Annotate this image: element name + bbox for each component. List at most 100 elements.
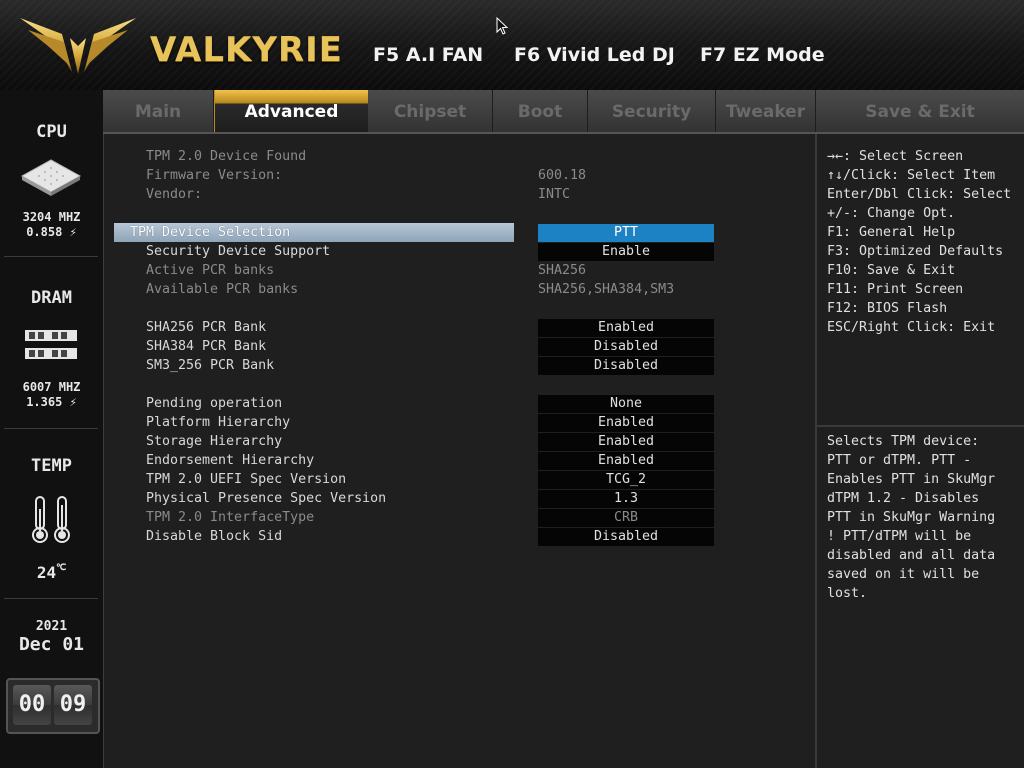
help-description-line: dTPM 1.2 - Disables <box>827 491 980 506</box>
setting-platform-hierarchy[interactable]: Platform Hierarchy Enabled <box>104 413 816 432</box>
firmware-label: Firmware Version: <box>146 168 283 183</box>
setting-physical-presence-spec-version[interactable]: Physical Presence Spec Version 1.3 <box>104 489 816 508</box>
key-help-f10: F10: Save & Exit <box>827 263 956 278</box>
help-description-line: Selects TPM device: <box>827 434 980 449</box>
tab-security[interactable]: Security <box>588 90 716 132</box>
setting-pending-operation[interactable]: Pending operation None <box>104 394 816 413</box>
cpu-chip-icon <box>20 159 82 196</box>
help-description-line: Enables PTT in SkuMgr <box>827 472 996 487</box>
cpu-voltage: 0.858 <box>26 225 63 239</box>
setting-value: CRB <box>538 509 714 527</box>
tab-tweaker[interactable]: Tweaker <box>716 90 816 132</box>
key-help-select-screen: →←: Select Screen <box>827 149 964 164</box>
firmware-value: 600.18 <box>538 168 587 183</box>
temp-title: TEMP <box>31 456 72 476</box>
setting-security-device-support[interactable]: Security Device Support Enable <box>104 242 816 261</box>
cpu-title: CPU <box>36 122 67 142</box>
setting-interface-type: TPM 2.0 InterfaceType CRB <box>104 508 816 527</box>
setting-label: Platform Hierarchy <box>146 415 291 430</box>
sidebar-divider <box>4 428 98 429</box>
setting-available-pcr-banks: Available PCR banks SHA256,SHA384,SM3 <box>104 280 816 299</box>
help-panel: →←: Select Screen ↑↓/Click: Select Item … <box>815 134 1024 768</box>
setting-value[interactable]: PTT <box>538 224 714 242</box>
key-help-f11: F11: Print Screen <box>827 282 964 297</box>
setting-storage-hierarchy[interactable]: Storage Hierarchy Enabled <box>104 432 816 451</box>
help-description-line: lost. <box>827 586 868 601</box>
dram-title: DRAM <box>31 288 72 308</box>
setting-label: SM3_256 PCR Bank <box>146 358 275 373</box>
valkyrie-wings-logo <box>20 18 136 74</box>
key-help-enter: Enter/Dbl Click: Select <box>827 187 1012 202</box>
dram-voltage-row: 1.365 ⚡︎ <box>0 395 103 409</box>
help-divider <box>817 425 1024 427</box>
setting-sha256-pcr-bank[interactable]: SHA256 PCR Bank Enabled <box>104 318 816 337</box>
flip-clock: 00 09 <box>6 678 100 734</box>
dram-frequency: 6007 MHZ <box>22 380 81 394</box>
system-status-sidebar: CPU 3204 MHZ 0.858 ⚡︎ DRAM 6007 MHZ 1.36… <box>0 90 103 768</box>
tab-save-exit[interactable]: Save & Exit <box>816 90 1024 132</box>
ai-fan-hotkey[interactable]: F5 A.I FAN <box>373 44 483 66</box>
date-month: Dec <box>18 634 52 655</box>
vivid-led-dj-hotkey[interactable]: F6 Vivid Led DJ <box>514 44 675 66</box>
setting-label: TPM Device Selection <box>130 225 291 240</box>
mouse-pointer-icon <box>496 17 508 35</box>
info-firmware: Firmware Version: 600.18 <box>104 166 816 185</box>
key-help-change-opt: +/-: Change Opt. <box>827 206 956 221</box>
key-help-esc: ESC/Right Click: Exit <box>827 320 996 335</box>
cpu-voltage-row: 0.858 ⚡︎ <box>0 225 103 239</box>
setting-value[interactable]: Enabled <box>538 433 714 451</box>
setting-disable-block-sid[interactable]: Disable Block Sid Disabled <box>104 527 816 546</box>
setting-value[interactable]: Disabled <box>538 528 714 546</box>
setting-value[interactable]: 1.3 <box>538 490 714 508</box>
temperature-value: 24 <box>36 563 57 582</box>
setting-value[interactable]: Enabled <box>538 319 714 337</box>
key-help-select-item: ↑↓/Click: Select Item <box>827 168 996 183</box>
sidebar-divider <box>4 598 98 599</box>
setting-active-pcr-banks: Active PCR banks SHA256 <box>104 261 816 280</box>
ez-mode-hotkey[interactable]: F7 EZ Mode <box>700 44 825 66</box>
help-description-line: disabled and all data <box>827 548 996 563</box>
clock-hours: 00 <box>13 685 51 725</box>
settings-panel: TPM 2.0 Device Found Firmware Version: 6… <box>103 134 816 768</box>
setting-sha384-pcr-bank[interactable]: SHA384 PCR Bank Disabled <box>104 337 816 356</box>
setting-label: Active PCR banks <box>146 263 275 278</box>
info-device-found: TPM 2.0 Device Found <box>104 147 816 166</box>
clock-minutes: 09 <box>54 685 92 725</box>
header-bar: VALKYRIE F5 A.I FAN F6 Vivid Led DJ F7 E… <box>0 0 1024 90</box>
setting-sm3-256-pcr-bank[interactable]: SM3_256 PCR Bank Disabled <box>104 356 816 375</box>
setting-value[interactable]: Disabled <box>538 338 714 356</box>
key-help-f12: F12: BIOS Flash <box>827 301 948 316</box>
vendor-value: INTC <box>538 187 571 202</box>
setting-value[interactable]: Enabled <box>538 452 714 470</box>
tab-advanced[interactable]: Advanced <box>214 90 369 132</box>
setting-uefi-spec-version[interactable]: TPM 2.0 UEFI Spec Version TCG_2 <box>104 470 816 489</box>
help-description-line: ! PTT/dTPM will be <box>827 529 972 544</box>
setting-tpm-device-selection[interactable]: TPM Device Selection PTT <box>104 223 816 242</box>
setting-value[interactable]: Disabled <box>538 357 714 375</box>
setting-label: SHA384 PCR Bank <box>146 339 267 354</box>
tab-chipset[interactable]: Chipset <box>368 90 493 132</box>
setting-value[interactable]: Enable <box>538 243 714 261</box>
setting-endorsement-hierarchy[interactable]: Endorsement Hierarchy Enabled <box>104 451 816 470</box>
thermometer-icon <box>32 496 70 543</box>
device-found-label: TPM 2.0 Device Found <box>146 149 307 164</box>
setting-value[interactable]: None <box>538 395 714 413</box>
sidebar-divider <box>4 256 98 257</box>
date-row: Dec 01 <box>0 634 103 655</box>
setting-label: Pending operation <box>146 396 283 411</box>
help-description-line: PTT or dTPM. PTT - <box>827 453 972 468</box>
help-description-line: saved on it will be <box>827 567 980 582</box>
tab-boot[interactable]: Boot <box>493 90 588 132</box>
setting-value[interactable]: TCG_2 <box>538 471 714 489</box>
vendor-label: Vendor: <box>146 187 203 202</box>
setting-value[interactable]: Enabled <box>538 414 714 432</box>
setting-label: Endorsement Hierarchy <box>146 453 315 468</box>
voltage-bolt-icon: ⚡︎ <box>69 395 77 409</box>
setting-value: SHA256 <box>538 263 587 278</box>
setting-label: TPM 2.0 UEFI Spec Version <box>146 472 347 487</box>
tab-main[interactable]: Main <box>103 90 214 132</box>
setting-label: SHA256 PCR Bank <box>146 320 267 335</box>
setting-label: Available PCR banks <box>146 282 299 297</box>
tab-bar: Main Advanced Chipset Boot Security Twea… <box>103 90 1024 134</box>
date-day: 01 <box>62 634 85 655</box>
